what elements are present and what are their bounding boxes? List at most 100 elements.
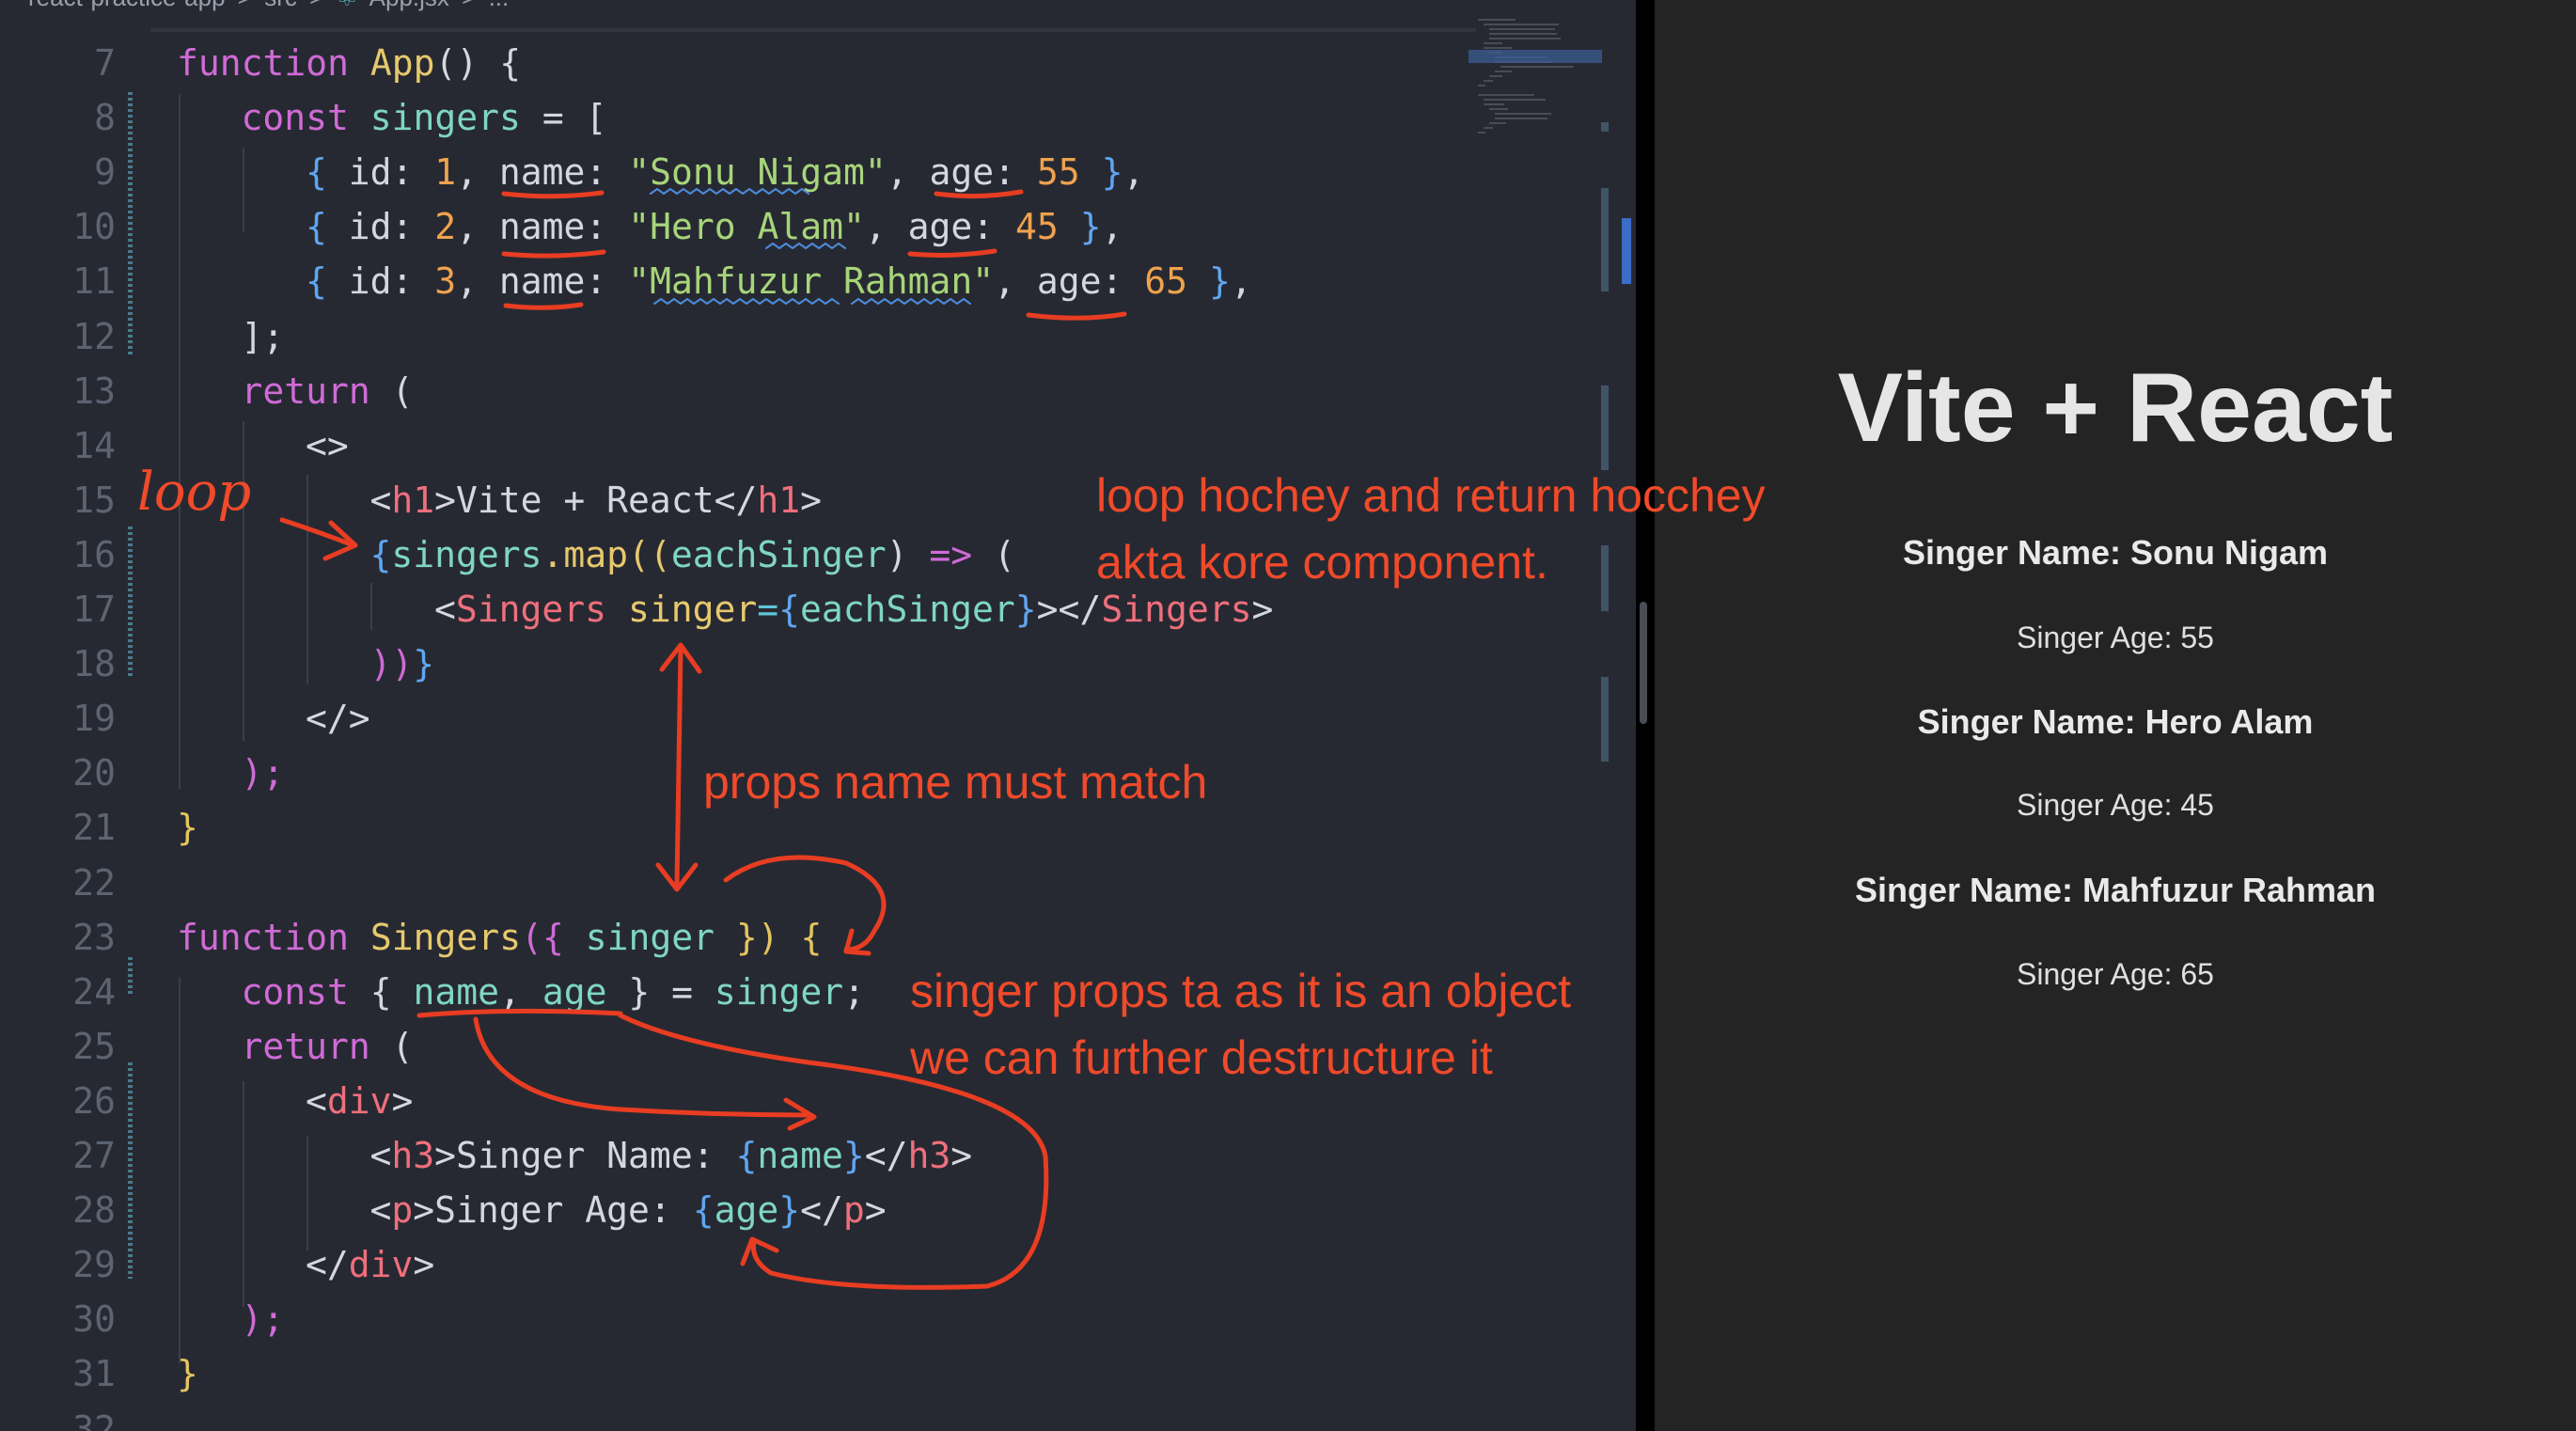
singer-name: Singer Name: Hero Alam: [1917, 702, 2314, 741]
code-token: }: [778, 1189, 801, 1232]
code-token: );: [241, 1298, 285, 1341]
code-line[interactable]: return (: [242, 370, 414, 412]
code-area[interactable]: function App() {const singers = [{ id: 1…: [0, 0, 1617, 1431]
minimap-line: [1489, 75, 1502, 77]
code-token: >: [413, 1244, 435, 1286]
code-line[interactable]: );: [242, 1298, 285, 1340]
code-token: singers: [391, 533, 542, 575]
code-token: )): [369, 643, 414, 685]
minimap-line: [1484, 47, 1512, 49]
code-token: {: [735, 1135, 758, 1176]
code-line[interactable]: <>: [306, 425, 349, 466]
code-line[interactable]: ];: [242, 316, 285, 357]
code-line[interactable]: function App() {: [177, 42, 521, 84]
code-token: ;: [843, 970, 866, 1013]
code-line[interactable]: { id: 1, name: "Sonu Nigam", age: 55 },: [306, 151, 1144, 193]
code-token: p: [842, 1189, 865, 1232]
code-token: </: [864, 1135, 908, 1176]
minimap[interactable]: [1469, 19, 1602, 169]
code-token: ,: [499, 970, 542, 1013]
code-token: , name:: [456, 260, 629, 303]
minimap-line: [1489, 108, 1508, 110]
code-line[interactable]: { id: 2, name: "Hero Alam", age: 45 },: [306, 206, 1123, 247]
editor-scrollbar[interactable]: [1601, 122, 1631, 799]
code-line[interactable]: <h3>Singer Name: {name}</h3>: [370, 1135, 973, 1176]
pane-resize-handle[interactable]: [1640, 602, 1647, 724]
code-token: } =: [606, 970, 715, 1013]
code-token: }: [413, 643, 435, 685]
code-line[interactable]: }: [177, 1353, 198, 1394]
annotation-destructure-note: we can further destructure it: [910, 1031, 1493, 1084]
code-editor[interactable]: react-practice-app > src > ⚛ App.jsx > .…: [0, 0, 1636, 1431]
code-line[interactable]: }: [177, 807, 198, 848]
code-token: ): [886, 533, 930, 575]
minimap-line: [1478, 94, 1534, 96]
scrollbar-marker: [1601, 188, 1609, 291]
code-line[interactable]: {singers.map((eachSinger) => (: [370, 534, 1015, 575]
code-line[interactable]: return (: [242, 1026, 414, 1067]
code-token: {: [306, 260, 327, 303]
code-token: App: [369, 42, 435, 84]
code-token: Singers: [1101, 589, 1252, 630]
minimap-line: [1489, 33, 1557, 35]
preview-title: Vite + React: [1837, 354, 2394, 463]
code-line[interactable]: <Singers singer={eachSinger}></Singers>: [434, 589, 1273, 630]
code-line[interactable]: const { name, age } = singer;: [242, 971, 866, 1013]
code-token: }) {: [715, 916, 823, 958]
code-token: 65: [1144, 260, 1188, 303]
code-token: function: [177, 916, 350, 958]
code-token: () {: [434, 42, 522, 84]
code-line[interactable]: <p>Singer Age: {age}</p>: [370, 1189, 887, 1231]
code-token: , age:: [886, 151, 1037, 194]
code-token: {: [369, 533, 392, 575]
code-token: <: [369, 479, 392, 521]
code-line[interactable]: { id: 3, name: "Mahfuzur Rahman", age: 6…: [306, 260, 1252, 302]
code-token: =>: [929, 533, 973, 575]
scrollbar-marker: [1601, 122, 1609, 132]
minimap-line: [1495, 118, 1547, 119]
code-token: h1: [391, 479, 435, 521]
singer-name: Singer Name: Sonu Nigam: [1902, 533, 2329, 572]
code-line[interactable]: const singers = [: [242, 97, 607, 138]
code-token: .map((: [542, 533, 671, 575]
code-token: = [: [520, 97, 607, 139]
minimap-line: [1484, 99, 1546, 101]
code-token: ({: [521, 916, 586, 958]
code-token: {: [306, 206, 327, 248]
minimap-line: [1484, 42, 1502, 44]
annotation-loop-label: loop: [137, 462, 252, 523]
code-line[interactable]: ))}: [370, 643, 435, 684]
code-line[interactable]: <div>: [306, 1080, 413, 1122]
annotation-loop-note: akta kore component.: [1096, 536, 1548, 589]
scrollbar-marker: [1601, 545, 1609, 611]
code-token: h3: [391, 1135, 435, 1176]
code-line[interactable]: function Singers({ singer }) {: [177, 917, 822, 958]
code-line[interactable]: );: [242, 752, 285, 794]
code-line[interactable]: <h1>Vite + React</h1>: [370, 480, 822, 521]
code-token: {: [348, 970, 414, 1013]
code-token: >Singer Name:: [434, 1135, 736, 1176]
code-token: const: [241, 970, 349, 1013]
code-token: singer: [714, 970, 844, 1013]
code-token: </>: [306, 698, 370, 740]
code-token: eachSinger: [670, 533, 887, 575]
code-line[interactable]: </div>: [306, 1244, 434, 1285]
singer-age: Singer Age: 65: [2017, 957, 2214, 991]
minimap-line: [1484, 80, 1493, 82]
code-token: (: [972, 533, 1015, 575]
minimap-line: [1478, 85, 1485, 86]
code-line[interactable]: </>: [306, 698, 370, 739]
code-token: >: [864, 1189, 887, 1232]
code-token: p: [391, 1189, 414, 1232]
minimap-line: [1489, 28, 1555, 30]
minimap-line: [1484, 103, 1504, 105]
browser-preview: Vite + React Singer Name: Sonu Nigam Sin…: [1655, 0, 2576, 1431]
code-token: eachSinger: [800, 589, 1015, 630]
code-token: ,: [1101, 206, 1123, 248]
code-token: 45: [1015, 206, 1059, 248]
code-token: >Singer Age:: [413, 1189, 693, 1232]
annotation-loop-note: loop hochey and return hocchey: [1096, 469, 1766, 522]
minimap-line: [1500, 66, 1574, 68]
